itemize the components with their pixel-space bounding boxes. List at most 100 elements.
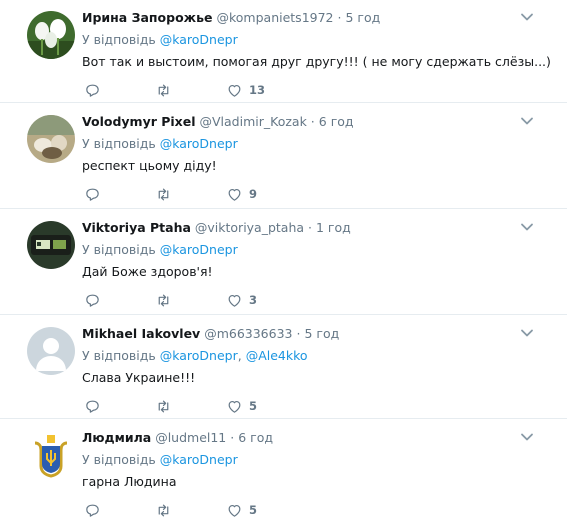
retweet-button[interactable] bbox=[155, 500, 172, 520]
like-button[interactable]: 13 bbox=[226, 80, 265, 100]
heart-icon bbox=[228, 504, 241, 517]
tweet-actions: 9 bbox=[82, 184, 382, 204]
tweet-text: Дай Боже здоров'я! bbox=[82, 264, 213, 279]
tweet-header: Ирина Запорожье @kompaniets1972 · 5 год bbox=[82, 10, 380, 25]
tweet-text: Слава Украине!!! bbox=[82, 370, 196, 385]
tweet[interactable]: Volodymyr Pixel @Vladimir_Kozak · 6 год … bbox=[0, 104, 567, 209]
reply-context: У відповідь @karoDnepr bbox=[82, 452, 238, 467]
heart-icon bbox=[228, 294, 241, 307]
like-count: 5 bbox=[249, 503, 258, 517]
like-button[interactable]: 5 bbox=[226, 396, 257, 416]
retweet-button[interactable] bbox=[155, 290, 172, 310]
tweet[interactable]: Людмила @ludmel11 · 6 год У відповідь @k… bbox=[0, 420, 567, 524]
mention-link[interactable]: @karoDnepr bbox=[160, 136, 238, 151]
tweet-actions: 5 bbox=[82, 500, 382, 520]
reply-button[interactable] bbox=[84, 290, 101, 310]
mention-separator: , bbox=[237, 348, 242, 363]
avatar[interactable] bbox=[27, 115, 75, 163]
reply-button[interactable] bbox=[84, 80, 101, 100]
reply-button[interactable] bbox=[84, 500, 101, 520]
like-button[interactable]: 3 bbox=[226, 290, 257, 310]
author-handle[interactable]: @ludmel11 bbox=[155, 430, 226, 445]
author-name[interactable]: Mikhael Iakovlev bbox=[82, 326, 200, 341]
retweet-icon bbox=[158, 294, 169, 306]
snowdrop-avatar-icon bbox=[27, 11, 75, 59]
author-handle[interactable]: @viktoriya_ptaha bbox=[195, 220, 304, 235]
chevron-down-icon[interactable] bbox=[520, 326, 534, 340]
separator-dot: · bbox=[337, 10, 342, 25]
tweet[interactable]: Mikhael Iakovlev @m66336633 · 5 год У ві… bbox=[0, 316, 567, 419]
tweet-header: Людмила @ludmel11 · 6 год bbox=[82, 430, 273, 445]
mention-link[interactable]: @karoDnepr bbox=[160, 452, 238, 467]
like-count: 3 bbox=[249, 293, 258, 307]
author-handle[interactable]: @kompaniets1972 bbox=[216, 10, 333, 25]
avatar[interactable] bbox=[27, 327, 75, 375]
stones-avatar-icon bbox=[27, 115, 75, 163]
timestamp[interactable]: 6 год bbox=[238, 430, 273, 445]
retweet-icon bbox=[158, 188, 169, 200]
author-name[interactable]: Viktoriya Ptaha bbox=[82, 220, 191, 235]
reply-icon bbox=[86, 84, 99, 97]
reply-prefix: У відповідь bbox=[82, 242, 156, 257]
tweet-actions: 5 bbox=[82, 396, 382, 416]
timestamp[interactable]: 5 год bbox=[304, 326, 339, 341]
avatar[interactable] bbox=[27, 221, 75, 269]
tweet-text: респект цьому діду! bbox=[82, 158, 217, 173]
tweet-header: Mikhael Iakovlev @m66336633 · 5 год bbox=[82, 326, 339, 341]
mention-link[interactable]: @karoDnepr bbox=[160, 242, 238, 257]
retweet-icon bbox=[158, 84, 169, 96]
author-name[interactable]: Ирина Запорожье bbox=[82, 10, 213, 25]
reply-button[interactable] bbox=[84, 396, 101, 416]
reply-prefix: У відповідь bbox=[82, 136, 156, 151]
timestamp[interactable]: 1 год bbox=[316, 220, 351, 235]
like-button[interactable]: 5 bbox=[226, 500, 257, 520]
retweet-button[interactable] bbox=[155, 80, 172, 100]
separator-dot: · bbox=[310, 114, 315, 129]
separator-dot: · bbox=[296, 326, 301, 341]
reply-icon bbox=[86, 294, 99, 307]
avatar[interactable] bbox=[27, 11, 75, 59]
like-button[interactable]: 9 bbox=[226, 184, 257, 204]
reply-icon bbox=[86, 188, 99, 201]
reply-prefix: У відповідь bbox=[82, 452, 156, 467]
tweet-text: гарна Людина bbox=[82, 474, 177, 489]
retweet-icon bbox=[158, 504, 169, 516]
heart-icon bbox=[228, 400, 241, 413]
timestamp[interactable]: 6 год bbox=[319, 114, 354, 129]
chevron-down-icon[interactable] bbox=[520, 10, 534, 24]
retweet-icon bbox=[158, 400, 169, 412]
heart-icon bbox=[228, 188, 241, 201]
tweet[interactable]: Ирина Запорожье @kompaniets1972 · 5 год … bbox=[0, 0, 567, 103]
separator-dot: · bbox=[230, 430, 235, 445]
tweet-text: Вот так и выстоим, помогая друг другу!!!… bbox=[82, 54, 551, 69]
timestamp[interactable]: 5 год bbox=[345, 10, 380, 25]
author-handle[interactable]: @m66336633 bbox=[204, 326, 292, 341]
reply-context: У відповідь @karoDnepr bbox=[82, 242, 238, 257]
retweet-button[interactable] bbox=[155, 184, 172, 204]
reply-context: У відповідь @karoDnepr bbox=[82, 136, 238, 151]
mention-link[interactable]: @Ale4kko bbox=[246, 348, 308, 363]
avatar[interactable] bbox=[27, 431, 75, 479]
reply-button[interactable] bbox=[84, 184, 101, 204]
like-count: 5 bbox=[249, 399, 258, 413]
tweet-actions: 3 bbox=[82, 290, 382, 310]
tweet[interactable]: Viktoriya Ptaha @viktoriya_ptaha · 1 год… bbox=[0, 210, 567, 315]
reply-icon bbox=[86, 400, 99, 413]
author-handle[interactable]: @Vladimir_Kozak bbox=[200, 114, 307, 129]
like-count: 13 bbox=[249, 83, 266, 97]
reply-list: Ирина Запорожье @kompaniets1972 · 5 год … bbox=[0, 0, 567, 524]
device-avatar-icon bbox=[27, 221, 75, 269]
tweet-header: Volodymyr Pixel @Vladimir_Kozak · 6 год bbox=[82, 114, 354, 129]
chevron-down-icon[interactable] bbox=[520, 430, 534, 444]
reply-prefix: У відповідь bbox=[82, 32, 156, 47]
reply-context: У відповідь @karoDnepr bbox=[82, 32, 238, 47]
author-name[interactable]: Volodymyr Pixel bbox=[82, 114, 196, 129]
separator-dot: · bbox=[308, 220, 313, 235]
mention-link[interactable]: @karoDnepr bbox=[160, 348, 238, 363]
reply-context: У відповідь @karoDnepr, @Ale4kko bbox=[82, 348, 308, 363]
retweet-button[interactable] bbox=[155, 396, 172, 416]
mention-link[interactable]: @karoDnepr bbox=[160, 32, 238, 47]
chevron-down-icon[interactable] bbox=[520, 220, 534, 234]
author-name[interactable]: Людмила bbox=[82, 430, 151, 445]
chevron-down-icon[interactable] bbox=[520, 114, 534, 128]
